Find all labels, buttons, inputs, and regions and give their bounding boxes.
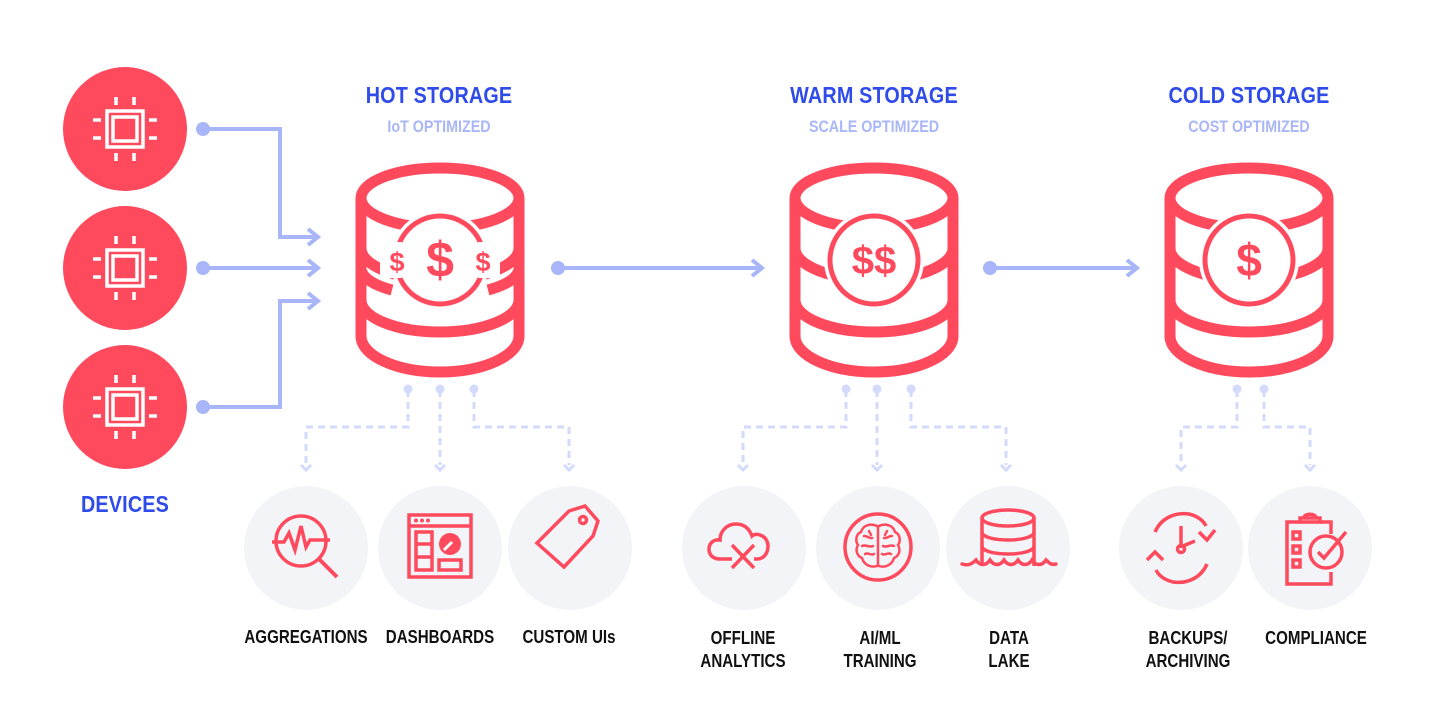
hot-storage-subtitle: IoT OPTIMIZED [387, 117, 491, 136]
warm-to-cold-connector [983, 258, 1141, 278]
warm-storage-subtitle: SCALE OPTIMIZED [808, 117, 940, 136]
cost-small-right: $ [475, 247, 490, 277]
use-case-label-data-lake: DATA LAKE [988, 628, 1030, 671]
cost-single: $ [1236, 234, 1262, 286]
use-case-offline-analytics[interactable] [682, 486, 806, 610]
use-case-data-lake[interactable] [946, 486, 1070, 610]
compliance-clipboard-icon [1285, 512, 1348, 586]
warm-storage-database-icon[interactable]: $$ [786, 160, 962, 380]
cold-storage-subtitle: COST OPTIMIZED [1188, 117, 1310, 136]
use-case-compliance[interactable] [1248, 486, 1372, 610]
use-case-custom-uis[interactable] [508, 486, 632, 610]
brain-icon [843, 512, 913, 582]
cold-to-backups-connector [1179, 390, 1239, 465]
use-case-aggregations[interactable] [244, 486, 368, 610]
warm-to-offline-analytics-connector [741, 390, 848, 465]
chip-icon [93, 97, 157, 161]
cost-double: $$ [852, 239, 897, 283]
analytics-search-icon [272, 514, 339, 579]
use-case-backups-archiving[interactable] [1119, 486, 1243, 610]
device-node[interactable] [63, 67, 187, 191]
use-case-ai-ml-training[interactable] [816, 486, 940, 610]
chip-icon [93, 236, 157, 300]
backup-clock-icon [1145, 511, 1217, 585]
device-1-connector [196, 122, 322, 247]
cold-to-compliance-connector [1262, 390, 1312, 465]
cold-storage-title: COLD STORAGE [1168, 82, 1330, 108]
hot-storage-database-icon[interactable]: $ $ $ [352, 160, 528, 380]
use-case-label-custom-uis: CUSTOM UIs [522, 627, 616, 647]
warm-to-data-lake-connector [909, 390, 1008, 465]
use-case-label-ai-ml-training: AI/ML TRAINING [843, 628, 917, 671]
tag-icon [534, 503, 600, 570]
cost-large: $ [426, 232, 454, 288]
cold-storage-database-icon[interactable]: $ [1161, 160, 1337, 380]
devices-label: DEVICES [80, 491, 170, 517]
warm-storage-title: WARM STORAGE [790, 82, 958, 108]
hot-storage-title: HOT STORAGE [365, 82, 513, 108]
use-case-label-backups-archiving: BACKUPS/ ARCHIVING [1145, 628, 1231, 671]
cloud-offline-icon [707, 522, 770, 570]
use-case-label-offline-analytics: OFFLINE ANALYTICS [700, 628, 786, 671]
use-case-dashboards[interactable] [378, 486, 502, 610]
dashboard-icon [407, 513, 473, 579]
device-node[interactable] [63, 345, 187, 469]
hot-to-warm-connector [551, 258, 766, 278]
device-node[interactable] [63, 206, 187, 330]
data-lake-icon [960, 508, 1058, 567]
use-case-label-aggregations: AGGREGATIONS [244, 627, 368, 647]
use-case-label-dashboards: DASHBOARDS [385, 627, 495, 647]
device-3-connector [196, 291, 322, 414]
hot-to-aggregations-connector [304, 390, 410, 465]
chip-icon [93, 375, 157, 439]
hot-to-custom-uis-connector [472, 390, 571, 465]
cost-small-left: $ [389, 247, 404, 277]
device-2-connector [196, 258, 322, 278]
use-case-label-compliance: COMPLIANCE [1265, 628, 1367, 648]
